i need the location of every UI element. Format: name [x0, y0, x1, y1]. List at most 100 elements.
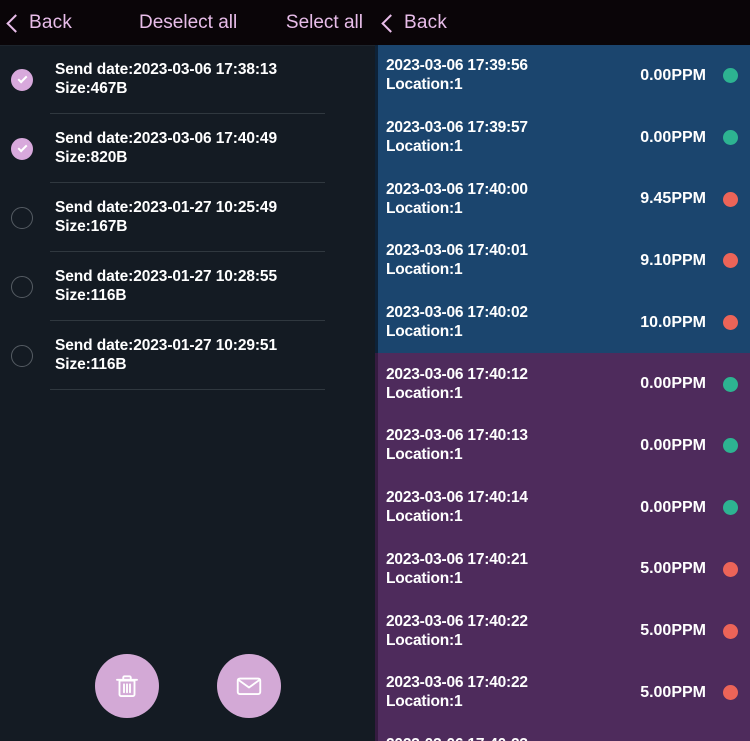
- reading-timestamp: 2023-03-06 17:40:01: [386, 242, 528, 260]
- status-dot-green: [723, 68, 738, 84]
- status-dot-red: [723, 685, 738, 701]
- list-item-text: Send date:2023-01-27 10:29:51 Size:116B: [55, 337, 277, 374]
- right-panel: Back 2023-03-06 17:39:56 Location:1 0.00PP…: [375, 0, 750, 741]
- reading-location: Location:1: [386, 446, 463, 464]
- reading-value: 9.45PPM: [640, 190, 706, 208]
- list-item-size: Size:820B: [55, 149, 128, 166]
- check-icon: [17, 142, 27, 153]
- list-item-size: Size:116B: [55, 287, 127, 304]
- reading-text: 2023-03-06 17:40:22 Location:1: [386, 613, 640, 650]
- reading-timestamp: 2023-03-06 17:39:56: [386, 57, 528, 75]
- reading-value: 5.00PPM: [640, 683, 706, 701]
- reading-value: 5.00PPM: [640, 560, 706, 578]
- reading-text: 2023-03-06 17:40:23Location:1: [386, 736, 706, 741]
- checkbox-unchecked[interactable]: [11, 344, 33, 367]
- chevron-left-icon: [381, 13, 400, 33]
- email-button[interactable]: [216, 654, 281, 718]
- table-row[interactable]: 2023-03-06 17:40:00 Location:1 9.45PPM: [375, 168, 750, 231]
- list-item-date: Send date:2023-03-06 17:40:49: [55, 130, 277, 147]
- table-row[interactable]: 2023-03-06 17:40:02 Location:1 10.0PPM: [375, 291, 750, 354]
- reading-location: Location:1: [386, 693, 463, 711]
- reading-text: 2023-03-06 17:39:56 Location:1: [386, 57, 640, 94]
- list-item-text: Send date:2023-03-06 17:40:49 Size:820B: [55, 130, 277, 167]
- table-row[interactable]: 2023-03-06 17:40:01 Location:1 9.10PPM: [375, 230, 750, 292]
- checkbox-unchecked[interactable]: [11, 206, 33, 229]
- reading-location: Location:1: [386, 199, 463, 217]
- reading-location: Location:1: [386, 138, 463, 156]
- table-row[interactable]: 2023-03-06 17:40:13 Location:1 0.00PPM: [375, 415, 750, 477]
- reading-timestamp: 2023-03-06 17:40:00: [386, 180, 528, 198]
- reading-timestamp: 2023-03-06 17:40:02: [386, 304, 528, 322]
- table-row[interactable]: 2023-03-06 17:39:56 Location:1 0.00PPM: [375, 45, 750, 107]
- table-row[interactable]: 2023-03-06 17:39:57 Location:1 0.00PPM: [375, 106, 750, 169]
- right-back-button[interactable]: Back: [375, 12, 447, 34]
- reading-value: 0.00PPM: [640, 375, 706, 393]
- deselect-all-button[interactable]: Deselect all: [139, 12, 237, 34]
- status-dot-green: [723, 130, 738, 146]
- list-item[interactable]: Send date:2023-01-27 10:29:51 Size:116B: [0, 321, 375, 390]
- reading-location: Location:1: [386, 631, 463, 649]
- reading-timestamp: 2023-03-06 17:40:12: [386, 365, 528, 383]
- reading-text: 2023-03-06 17:40:22 Location:1: [386, 674, 640, 711]
- status-dot-red: [723, 623, 738, 639]
- reading-location: Location:1: [386, 569, 463, 587]
- reading-location: Location:1: [386, 508, 463, 526]
- list-item-size: Size:167B: [55, 218, 128, 235]
- reading-timestamp: 2023-03-06 17:39:57: [386, 119, 528, 137]
- delete-button[interactable]: [94, 654, 159, 718]
- right-back-label: Back: [404, 11, 448, 33]
- list-item[interactable]: Send date:2023-01-27 10:25:49 Size:167B: [0, 183, 375, 252]
- envelope-icon: [236, 677, 261, 695]
- left-back-label: Back: [29, 11, 73, 33]
- reading-value: 9.10PPM: [640, 251, 706, 269]
- table-row[interactable]: 2023-03-06 17:40:23Location:1: [375, 723, 750, 741]
- list-item[interactable]: Send date:2023-03-06 17:40:49 Size:820B: [0, 114, 375, 183]
- reading-text: 2023-03-06 17:40:02 Location:1: [386, 304, 640, 341]
- chevron-left-icon: [6, 13, 25, 33]
- select-all-button[interactable]: Select all: [286, 12, 363, 34]
- status-dot-green: [723, 500, 738, 516]
- reading-text: 2023-03-06 17:40:01 Location:1: [386, 242, 640, 279]
- reading-timestamp: 2023-03-06 17:40:23: [386, 736, 706, 741]
- list-item-date: Send date:2023-01-27 10:25:49: [55, 199, 277, 216]
- checkbox-checked[interactable]: [11, 68, 33, 91]
- checkbox-checked[interactable]: [11, 137, 33, 160]
- list-item-date: Send date:2023-03-06 17:38:13: [55, 61, 277, 78]
- status-dot-green: [723, 376, 738, 392]
- reading-list: 2023-03-06 17:39:56 Location:1 0.00PPM 2023…: [375, 45, 750, 741]
- reading-location: Location:1: [386, 384, 463, 402]
- reading-text: 2023-03-06 17:40:00 Location:1: [386, 181, 640, 218]
- reading-value: 0.00PPM: [640, 128, 706, 146]
- reading-location: Location:1: [386, 323, 463, 341]
- list-item-size: Size:116B: [55, 356, 127, 373]
- reading-location: Location:1: [386, 261, 463, 279]
- list-item[interactable]: Send date:2023-01-27 10:28:55 Size:116B: [0, 252, 375, 321]
- reading-value: 0.00PPM: [640, 436, 706, 454]
- right-panel-header: Back: [375, 0, 750, 45]
- status-dot-red: [723, 561, 738, 577]
- list-item-text: Send date:2023-01-27 10:25:49 Size:167B: [55, 199, 277, 236]
- reading-text: 2023-03-06 17:40:12 Location:1: [386, 366, 640, 403]
- reading-text: 2023-03-06 17:39:57 Location:1: [386, 119, 640, 156]
- table-row[interactable]: 2023-03-06 17:40:12 Location:1 0.00PPM: [375, 353, 750, 416]
- left-action-bar: [0, 631, 375, 741]
- reading-location: Location:1: [386, 76, 463, 94]
- reading-value: 5.00PPM: [640, 622, 706, 640]
- list-item[interactable]: Send date:2023-03-06 17:38:13 Size:467B: [0, 45, 375, 114]
- table-row[interactable]: 2023-03-06 17:40:14 Location:1 0.00PPM: [375, 476, 750, 539]
- status-dot-red: [723, 315, 738, 331]
- table-row[interactable]: 2023-03-06 17:40:22 Location:1 5.00PPM: [375, 661, 750, 724]
- list-item-date: Send date:2023-01-27 10:28:55: [55, 268, 277, 285]
- reading-text: 2023-03-06 17:40:21 Location:1: [386, 551, 640, 588]
- list-item-size: Size:467B: [55, 80, 128, 97]
- table-row[interactable]: 2023-03-06 17:40:22 Location:1 5.00PPM: [375, 600, 750, 662]
- reading-value: 10.0PPM: [640, 313, 706, 331]
- message-list: Send date:2023-03-06 17:38:13 Size:467B Se…: [0, 45, 375, 631]
- status-dot-red: [723, 191, 738, 207]
- reading-timestamp: 2023-03-06 17:40:13: [386, 427, 528, 445]
- reading-timestamp: 2023-03-06 17:40:22: [386, 674, 528, 692]
- status-dot-red: [723, 253, 738, 269]
- left-back-button[interactable]: Back: [0, 12, 72, 34]
- checkbox-unchecked[interactable]: [11, 275, 33, 298]
- table-row[interactable]: 2023-03-06 17:40:21 Location:1 5.00PPM: [375, 538, 750, 601]
